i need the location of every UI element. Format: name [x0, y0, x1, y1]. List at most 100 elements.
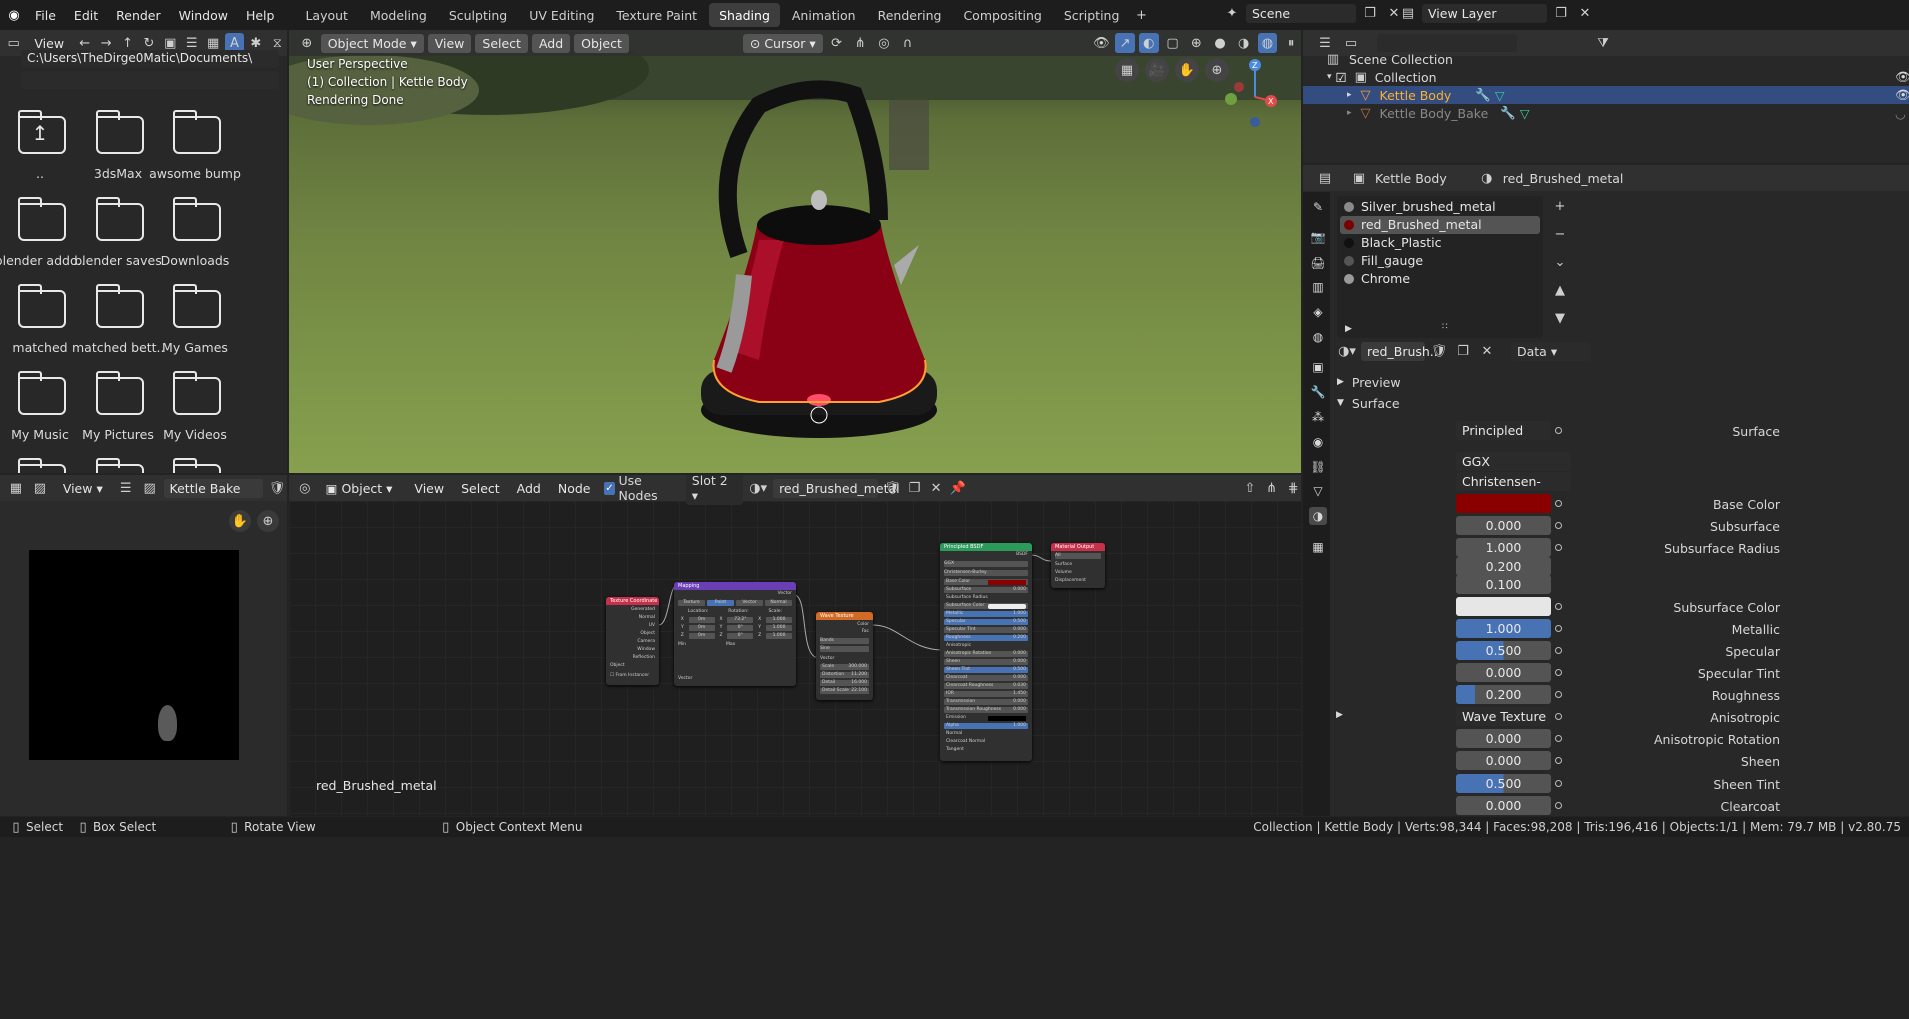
bsdf-input-field[interactable]: Transmission 0.000	[944, 699, 1028, 705]
view-layer-field[interactable]: View Layer	[1422, 3, 1547, 23]
outliner-row-kettle-body[interactable]: ▸ ▽ Kettle Body 🔧 ▽ 👁	[1303, 86, 1909, 104]
mapping-type-button[interactable]: Vector	[736, 600, 763, 606]
property-value-field[interactable]: 0.500	[1456, 774, 1551, 793]
anisotropic-expand-icon[interactable]: ▶	[1336, 710, 1343, 720]
bsdf-input-field[interactable]: Transmission Roughness 0.000	[944, 707, 1028, 713]
property-value-field[interactable]: 0.000	[1456, 663, 1551, 682]
property-value-field[interactable]: 0.100	[1456, 575, 1551, 594]
camera-view-icon[interactable]: 🎥	[1145, 58, 1169, 82]
modifier-properties-tab-icon[interactable]: 🔧	[1309, 383, 1327, 401]
particles-properties-tab-icon[interactable]: ⁂	[1309, 408, 1327, 426]
material-slot-item[interactable]: Silver_brushed_metal	[1340, 198, 1540, 216]
mesh-data-icon[interactable]: ▽	[1495, 88, 1505, 103]
shading-material-icon[interactable]: ◑	[1234, 33, 1254, 53]
path-field[interactable]: C:\Users\TheDirge0Matic\Documents\	[21, 50, 279, 68]
mesh-data-bake-icon[interactable]: ▽	[1520, 106, 1530, 121]
viewport-add-menu[interactable]: Add	[531, 33, 571, 53]
tab-animation[interactable]: Animation	[782, 3, 866, 27]
viewport-select-menu[interactable]: Select	[475, 33, 528, 53]
blender-logo-icon[interactable]: ◉	[4, 5, 24, 25]
shading-rendered-icon[interactable]: ◍	[1257, 33, 1278, 53]
3d-viewport[interactable]: ⊕ Object Mode ▾ View Select Add Object ⊙…	[289, 30, 1301, 473]
output-target-dropdown[interactable]: All	[1055, 553, 1101, 559]
fake-user-icon[interactable]: 🛡	[1429, 341, 1449, 361]
texture-properties-tab-icon[interactable]: ▦	[1309, 538, 1327, 556]
image-browse-icon[interactable]: ▨	[140, 478, 160, 498]
view-layer-properties-tab-icon[interactable]: ▥	[1309, 278, 1327, 296]
shading-wireframe-icon[interactable]: ⊕	[1186, 33, 1206, 53]
property-value-field[interactable]	[1456, 597, 1551, 616]
wave-input-field[interactable]: Distortion 11.200	[820, 672, 869, 678]
bsdf-input-field[interactable]: Sheen 0.000	[944, 659, 1028, 665]
shading-solid-icon[interactable]: ●	[1210, 33, 1230, 53]
bsdf-input-field[interactable]: Specular 0.500	[944, 619, 1028, 625]
outliner-row-collection[interactable]: ▾ ☑ ▣ Collection 👁	[1303, 68, 1909, 86]
ortho-toggle-icon[interactable]: ▦	[1115, 58, 1139, 82]
tab-compositing[interactable]: Compositing	[953, 3, 1051, 27]
delete-view-layer-icon[interactable]: ✕	[1575, 3, 1595, 23]
keyframe-dot-icon[interactable]	[1555, 735, 1562, 742]
mapping-vector-field[interactable]: 1.000	[766, 617, 793, 623]
mapping-vector-field[interactable]: 0m	[688, 617, 715, 623]
bsdf-input-field[interactable]: Clearcoat 0.000	[944, 675, 1028, 681]
property-value-field[interactable]: 0.000	[1456, 729, 1551, 748]
scene-properties-tab-icon[interactable]: ◈	[1309, 303, 1327, 321]
node-material-output[interactable]: Material Output All Surface Volume Displ…	[1051, 543, 1105, 588]
bsdf-input-field[interactable]: Subsurface Radius	[944, 595, 1028, 601]
bsdf-distribution-dropdown[interactable]: GGX	[944, 561, 1028, 567]
bsdf-input-field[interactable]: Specular Tint 0.000	[944, 627, 1028, 633]
property-value-field[interactable]: Principled BSDF	[1456, 421, 1551, 440]
node-wave-texture[interactable]: Wave Texture Color Fac Bands Sine Vector…	[816, 612, 873, 700]
tab-layout[interactable]: Layout	[295, 3, 358, 27]
keyframe-dot-icon[interactable]	[1555, 500, 1562, 507]
material-slot-item[interactable]: Black_Plastic	[1340, 234, 1540, 252]
file-item[interactable]	[149, 458, 241, 473]
bsdf-subsurface-method-dropdown[interactable]: Christensen-Burley	[944, 570, 1028, 576]
menu-file[interactable]: File	[26, 8, 65, 23]
tab-uv-editing[interactable]: UV Editing	[519, 3, 604, 27]
checkbox-collection-icon[interactable]: ☑	[1336, 70, 1347, 85]
image-editor-type-icon[interactable]: ▦	[6, 478, 26, 498]
mapping-type-button[interactable]: Normal	[765, 600, 792, 606]
texcoord-instancer-checkbox[interactable]: ☐ From Instancer	[610, 673, 655, 679]
file-item[interactable]: My Games	[149, 284, 241, 355]
image-mode-icon[interactable]: ▨	[30, 478, 50, 498]
slots-expand-icon[interactable]: ▶	[1345, 324, 1352, 334]
slots-resize-grip[interactable]: ∷	[1442, 322, 1448, 332]
snap-icon[interactable]: ⋔	[850, 33, 870, 53]
bsdf-input-field[interactable]: Emission	[944, 715, 1028, 721]
property-value-field[interactable]: 0.200	[1456, 685, 1551, 704]
property-value-field[interactable]: 0.000	[1456, 751, 1551, 770]
move-slot-up-icon[interactable]: ▲	[1550, 280, 1570, 300]
wave-input-field[interactable]: Scale 300.000	[820, 664, 869, 670]
baked-image-canvas[interactable]	[29, 550, 239, 760]
bsdf-input-field[interactable]: Normal	[944, 731, 1028, 737]
keyframe-dot-icon[interactable]	[1555, 603, 1562, 610]
overlay-toggle-icon[interactable]: ◐	[1138, 33, 1159, 53]
bsdf-input-field[interactable]: Clearcoat Roughness 0.030	[944, 683, 1028, 689]
expand-kettle-icon[interactable]: ▸	[1347, 90, 1352, 100]
new-scene-icon[interactable]: ❐	[1360, 3, 1380, 23]
data-properties-tab-icon[interactable]: ▽	[1309, 482, 1327, 500]
bsdf-input-field[interactable]: Roughness 0.200	[944, 635, 1028, 641]
outliner-row-kettle-bake[interactable]: ▸ ▽ Kettle Body_Bake 🔧 ▽ ◡	[1303, 104, 1909, 122]
link-dropdown[interactable]: Data ▾	[1511, 341, 1591, 361]
object-properties-tab-icon[interactable]: ▣	[1309, 358, 1327, 376]
add-slot-icon[interactable]: +	[1550, 196, 1570, 216]
wave-input-field[interactable]: Detail 16.000	[820, 680, 869, 686]
image-menu-icon[interactable]: ☰	[116, 478, 136, 498]
mapping-vector-field[interactable]: 0°	[727, 625, 754, 631]
constraints-properties-tab-icon[interactable]: ⛓	[1309, 458, 1327, 476]
move-slot-down-icon[interactable]: ▼	[1550, 308, 1570, 328]
expand-collection-icon[interactable]: ▾	[1327, 72, 1332, 82]
viewport-type-icon[interactable]: ⊕	[297, 33, 317, 53]
tab-shading[interactable]: Shading	[709, 3, 780, 27]
mapping-vector-field[interactable]: 73.2°	[727, 617, 754, 623]
viewport-view-menu[interactable]: View	[427, 33, 472, 53]
property-value-field[interactable]: 0.000	[1456, 796, 1551, 815]
slot-specials-icon[interactable]: ⌄	[1550, 252, 1570, 272]
property-value-field[interactable]: Wave Texture	[1456, 707, 1551, 726]
keyframe-dot-icon[interactable]	[1555, 647, 1562, 654]
menu-render[interactable]: Render	[107, 8, 170, 23]
property-value-field[interactable]: 1.000	[1456, 619, 1551, 638]
